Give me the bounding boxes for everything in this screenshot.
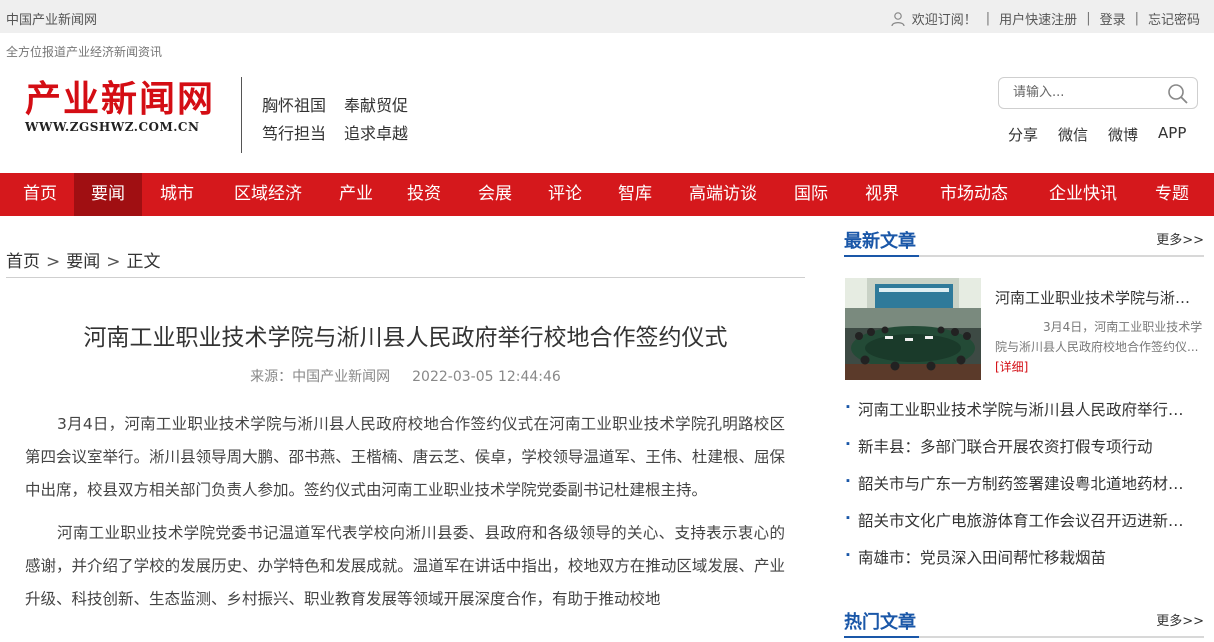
site-logo[interactable]: 产业新闻网 WWW.ZGSHWZ.COM.CN — [25, 80, 215, 134]
motto: 奉献贸促 — [344, 96, 409, 115]
logo-url: WWW.ZGSHWZ.COM.CN — [25, 120, 200, 134]
nav-item[interactable]: 产业 — [324, 173, 388, 216]
search-box — [998, 77, 1198, 109]
nav-item[interactable]: 高端访谈 — [670, 173, 776, 216]
nav-item[interactable]: 国际 — [776, 173, 846, 216]
hot-more-link[interactable]: 更多>> — [1156, 610, 1204, 629]
featured-summary-text: 3月4日，河南工业职业技术学院与淅川县人民政府校地合作签约仪... — [995, 320, 1203, 354]
separator: | — [1086, 11, 1091, 26]
nav-item[interactable]: 要闻 — [74, 173, 142, 216]
article-meta: 来源：中国产业新闻网 2022-03-05 12:44:46 — [6, 366, 805, 386]
site-slogan: 全方位报道产业经济新闻资讯 — [6, 45, 163, 59]
article-body: 3月4日，河南工业职业技术学院与淅川县人民政府校地合作签约仪式在河南工业职业技术… — [25, 408, 785, 626]
featured-image[interactable] — [845, 278, 981, 380]
search-input[interactable] — [1013, 85, 1163, 100]
top-bar: 中国产业新闻网 欢迎订阅！ | 用户快速注册 | 登录 | 忘记密码 — [0, 0, 1214, 33]
list-item[interactable]: 韶关市文化广电旅游体育工作会议召开迈进新征程 — [845, 509, 1193, 546]
motto: 胸怀祖国 — [262, 96, 327, 115]
article-title: 河南工业职业技术学院与淅川县人民政府举行校地合作签约仪式 — [83, 325, 728, 351]
nav-item[interactable]: 会展 — [460, 173, 530, 216]
separator: | — [1134, 11, 1139, 26]
article-paragraph: 3月4日，河南工业职业技术学院与淅川县人民政府校地合作签约仪式在河南工业职业技术… — [25, 415, 785, 499]
breadcrumb-home[interactable]: 首页 — [6, 252, 40, 272]
account-links: 欢迎订阅！ | 用户快速注册 | 登录 | 忘记密码 — [890, 9, 1200, 28]
hot-articles-heading: 热门文章 — [844, 612, 916, 633]
wechat-link[interactable]: 微信 — [1058, 124, 1088, 145]
nav-item[interactable]: 市场动态 — [918, 173, 1030, 216]
list-item[interactable]: 新丰县：多部门联合开展农资打假专项行动 — [845, 435, 1193, 472]
latest-articles-list: 河南工业职业技术学院与淅川县人民政府举行校地合作签约仪式 新丰县：多部门联合开展… — [845, 398, 1205, 583]
breadcrumb-section[interactable]: 要闻 — [66, 252, 100, 272]
mottos: 胸怀祖国 奉献贸促 笃行担当 追求卓越 — [262, 92, 426, 148]
list-item[interactable]: 韶关市与广东一方制药签署建设粤北道地药材产业基地合作协议 — [845, 472, 1193, 509]
nav-item[interactable]: 企业快讯 — [1030, 173, 1136, 216]
featured-detail-link[interactable]: [详细] — [995, 360, 1028, 374]
welcome-link[interactable]: 欢迎订阅！ — [912, 9, 977, 28]
nav-item[interactable]: 投资 — [388, 173, 460, 216]
heading-underline — [844, 636, 919, 638]
divider — [6, 277, 805, 278]
separator: | — [985, 11, 991, 26]
forgot-password-link[interactable]: 忘记密码 — [1148, 9, 1200, 28]
breadcrumb-sep: > — [46, 252, 61, 272]
heading-underline — [844, 255, 919, 257]
site-name[interactable]: 中国产业新闻网 — [6, 9, 97, 28]
nav-item[interactable]: 首页 — [6, 173, 74, 216]
latest-articles-heading: 最新文章 — [844, 231, 916, 252]
hot-articles-header: 热门文章 更多>> — [844, 608, 1204, 638]
list-item[interactable]: 南雄市：党员深入田间帮忙移栽烟苗 — [845, 546, 1193, 583]
article-paragraph: 河南工业职业技术学院党委书记温道军代表学校向淅川县委、县政府和各级领导的关心、支… — [25, 524, 785, 608]
breadcrumb: 首页 > 要闻 > 正文 — [6, 247, 161, 272]
article-source: 来源：中国产业新闻网 — [250, 369, 391, 385]
search-icon[interactable] — [1167, 83, 1189, 105]
logo-text: 产业新闻网 — [25, 78, 216, 120]
nav-item[interactable]: 智库 — [600, 173, 670, 216]
list-item[interactable]: 河南工业职业技术学院与淅川县人民政府举行校地合作签约仪式 — [845, 398, 1193, 435]
register-link[interactable]: 用户快速注册 — [999, 9, 1077, 28]
nav-item[interactable]: 评论 — [530, 173, 600, 216]
weibo-link[interactable]: 微博 — [1108, 124, 1138, 145]
nav-item[interactable]: 区域经济 — [212, 173, 324, 216]
latest-more-link[interactable]: 更多>> — [1156, 229, 1204, 248]
main-nav: 首页 要闻 城市 区域经济 产业 投资 会展 评论 智库 高端访谈 国际 视界 市场动态 企业快讯 专题 — [0, 173, 1214, 216]
breadcrumb-sep: > — [106, 252, 121, 272]
breadcrumb-current: 正文 — [126, 252, 161, 272]
app-link[interactable]: APP — [1158, 124, 1186, 145]
featured-article-title[interactable]: 河南工业职业技术学院与淅川县人民政府举行校地合作签约仪式 — [995, 287, 1205, 308]
share-link[interactable]: 分享 — [1008, 124, 1038, 145]
user-icon — [891, 11, 905, 26]
nav-item[interactable]: 专题 — [1136, 173, 1208, 216]
nav-item[interactable]: 城市 — [142, 173, 212, 216]
motto: 追求卓越 — [344, 124, 409, 143]
header-divider — [241, 77, 242, 153]
nav-item[interactable]: 视界 — [846, 173, 918, 216]
login-link[interactable]: 登录 — [1100, 9, 1126, 28]
article-date: 2022-03-05 12:44:46 — [412, 369, 561, 385]
share-links: 分享 微信 微博 APP — [1008, 124, 1186, 145]
motto: 笃行担当 — [262, 124, 327, 143]
featured-article-summary: 3月4日，河南工业职业技术学院与淅川县人民政府校地合作签约仪... [详细] — [995, 317, 1205, 377]
latest-articles-header: 最新文章 更多>> — [844, 227, 1204, 257]
